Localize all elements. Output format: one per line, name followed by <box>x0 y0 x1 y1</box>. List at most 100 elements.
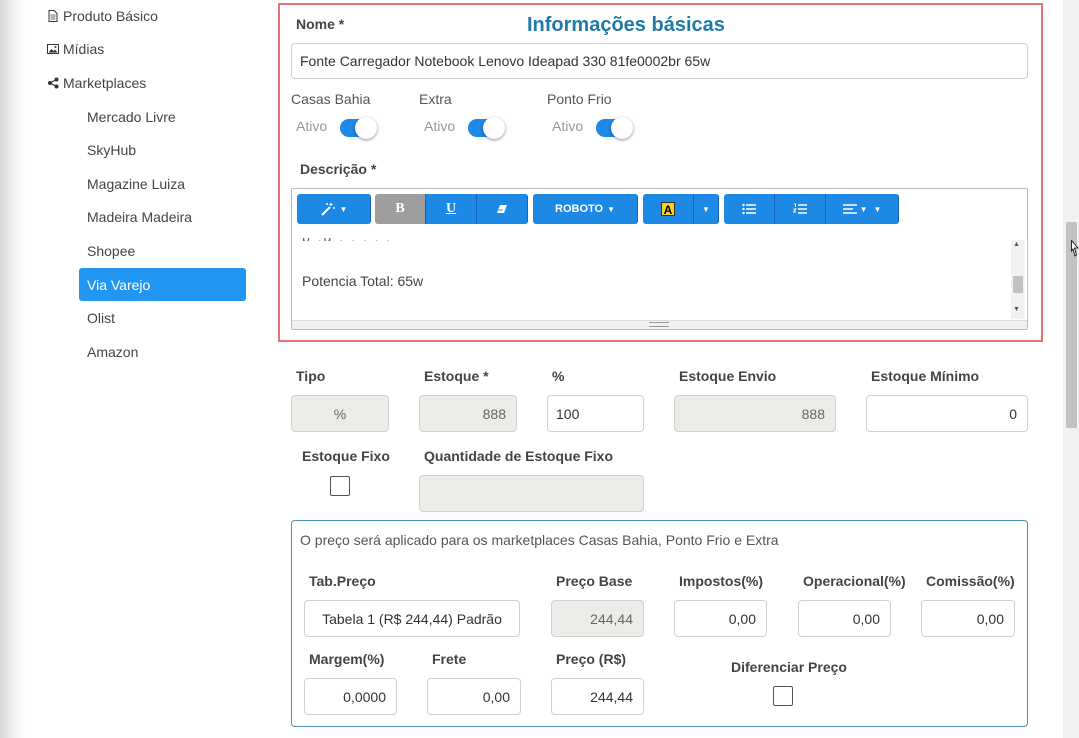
font-color-button[interactable]: A <box>643 194 694 224</box>
operacional-label: Operacional(%) <box>803 573 906 589</box>
nav-midias-label: Mídias <box>63 41 105 57</box>
font-color-dropdown[interactable]: ▼ <box>694 194 719 224</box>
nome-input[interactable]: Fonte Carregador Notebook Lenovo Ideapad… <box>291 43 1028 79</box>
comissao-label: Comissão(%) <box>926 573 1015 589</box>
frete-label: Frete <box>432 651 467 667</box>
underline-button[interactable]: U <box>426 194 477 224</box>
pct-input[interactable]: 100 <box>547 395 644 432</box>
mouse-cursor-icon <box>1071 240 1079 257</box>
margem-label: Margem(%) <box>309 651 385 667</box>
scroll-up-icon[interactable]: ▲ <box>1013 241 1020 248</box>
nav-produto-basico[interactable]: Produto Básico <box>47 8 158 24</box>
section-title: Informações básicas <box>527 14 725 36</box>
sidebar-item-label: Mercado Livre <box>87 108 176 125</box>
editor-scroll-thumb[interactable] <box>1013 276 1023 293</box>
estoque-input[interactable]: 888 <box>419 395 517 432</box>
bold-icon: B <box>395 201 405 216</box>
margem-input[interactable]: 0,0000 <box>304 678 397 715</box>
eraser-icon <box>497 205 507 213</box>
sidebar-item-label: SkyHub <box>87 141 137 158</box>
tab-preco-label: Tab.Preço <box>309 573 376 589</box>
tipo-select[interactable]: % <box>291 395 389 432</box>
sidebar-item-amazon[interactable]: Amazon <box>79 335 246 368</box>
channel-ponto-frio-label: Ponto Frio <box>547 91 612 107</box>
resize-grip-icon[interactable] <box>649 322 669 327</box>
extra-status: Ativo <box>424 118 456 134</box>
sidebar-item-skyhub[interactable]: SkyHub <box>79 133 246 166</box>
preco-input[interactable]: 244,44 <box>551 678 644 715</box>
sidebar-item-label: Magazine Luiza <box>87 175 186 192</box>
sidebar-item-label: Madeira Madeira <box>87 208 193 225</box>
estoque-fixo-checkbox[interactable] <box>330 476 350 496</box>
left-shadow <box>0 0 26 738</box>
sidebar-item-label: Amazon <box>87 343 139 360</box>
nav-marketplaces[interactable]: Marketplaces <box>47 75 146 91</box>
estoque-minimo-input[interactable]: 0 <box>866 395 1028 432</box>
numbered-list-button[interactable] <box>775 194 826 224</box>
comissao-input[interactable]: 0,00 <box>921 600 1015 637</box>
nav-produto-basico-label: Produto Básico <box>63 8 158 24</box>
nav-midias[interactable]: Mídias <box>47 41 104 57</box>
channel-extra-label: Extra <box>419 91 452 107</box>
bullet-list-button[interactable] <box>724 194 775 224</box>
editor-scrollbar[interactable]: ▲ ▼ <box>1011 240 1025 319</box>
diferenciar-preco-checkbox[interactable] <box>773 686 793 706</box>
ponto-frio-toggle[interactable] <box>596 117 633 139</box>
magic-wand-icon <box>320 203 335 216</box>
align-button[interactable]: ▼ ▼ <box>826 194 899 224</box>
casas-bahia-toggle[interactable] <box>340 117 377 139</box>
impostos-label: Impostos(%) <box>679 573 763 589</box>
preco-label: Preço (R$) <box>556 651 627 667</box>
font-family-button[interactable]: ROBOTO ▼ <box>533 194 638 224</box>
sidebar-item-madeira-madeira[interactable]: Madeira Madeira <box>79 200 246 233</box>
frete-input[interactable]: 0,00 <box>427 678 521 715</box>
operacional-input[interactable]: 0,00 <box>798 600 891 637</box>
style-button[interactable]: ▼ <box>297 194 371 224</box>
estoque-envio-label: Estoque Envio <box>679 368 777 384</box>
underline-icon: U <box>445 201 457 216</box>
font-color-icon: A <box>661 202 675 217</box>
casas-bahia-status: Ativo <box>296 118 328 134</box>
toggle-knob <box>355 117 377 139</box>
impostos-input[interactable]: 0,00 <box>674 600 767 637</box>
preco-base-input[interactable]: 244,44 <box>551 600 644 637</box>
scroll-down-icon[interactable]: ▼ <box>1013 306 1020 313</box>
diferenciar-preco-label: Diferenciar Preço <box>731 659 847 675</box>
font-family-label: ROBOTO <box>555 203 604 215</box>
bold-button[interactable]: B <box>375 194 426 224</box>
document-icon <box>48 10 58 22</box>
partial-text-line: p ,g . . . , . <box>302 238 452 241</box>
pct-label: % <box>552 368 565 384</box>
nome-label: Nome * <box>296 16 345 32</box>
bullet-list-icon <box>742 203 756 215</box>
nav-marketplaces-label: Marketplaces <box>63 75 147 91</box>
preco-base-label: Preço Base <box>556 573 633 589</box>
sidebar-item-shopee[interactable]: Shopee <box>79 234 246 267</box>
sidebar-item-label: Via Varejo <box>87 276 151 293</box>
qtd-estoque-fixo-input[interactable] <box>419 475 644 512</box>
sidebar-item-label: Shopee <box>87 242 136 259</box>
tipo-label: Tipo <box>296 368 326 384</box>
channel-casas-bahia-label: Casas Bahia <box>291 91 371 107</box>
estoque-minimo-label: Estoque Mínimo <box>871 368 980 384</box>
estoque-label: Estoque * <box>424 368 489 384</box>
estoque-envio-input[interactable]: 888 <box>674 395 836 432</box>
price-note: O preço será aplicado para os marketplac… <box>300 532 779 548</box>
sidebar-item-mercado-livre[interactable]: Mercado Livre <box>79 100 246 133</box>
share-icon <box>48 77 59 89</box>
clear-format-button[interactable] <box>477 194 528 224</box>
toggle-knob <box>611 117 633 139</box>
tab-preco-select[interactable]: Tabela 1 (R$ 244,44) Padrão <box>304 600 520 637</box>
extra-toggle[interactable] <box>468 117 505 139</box>
estoque-fixo-label: Estoque Fixo <box>302 448 390 464</box>
ponto-frio-status: Ativo <box>552 118 584 134</box>
qtd-estoque-fixo-label: Quantidade de Estoque Fixo <box>424 448 614 464</box>
toggle-knob <box>483 117 505 139</box>
align-icon <box>842 204 857 214</box>
editor-content: Potencia Total: 65w <box>302 273 424 289</box>
descricao-label: Descrição * <box>300 161 377 177</box>
sidebar-item-magazine-luiza[interactable]: Magazine Luiza <box>79 167 246 200</box>
numbered-list-icon <box>793 203 807 214</box>
sidebar-item-olist[interactable]: Olist <box>79 301 246 334</box>
sidebar-item-via-varejo[interactable]: Via Varejo <box>79 268 246 301</box>
